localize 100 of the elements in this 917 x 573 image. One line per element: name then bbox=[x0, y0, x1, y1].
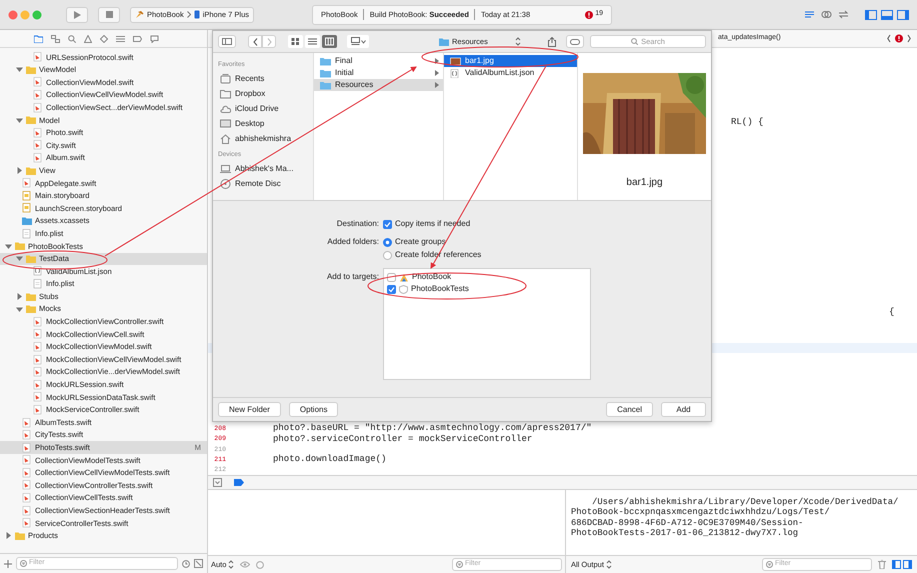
swift-file-icon bbox=[33, 52, 43, 62]
issue-navigation-icon[interactable] bbox=[887, 34, 911, 43]
hide-debug-icon[interactable] bbox=[213, 478, 222, 487]
hammer-icon bbox=[135, 10, 144, 19]
browser-item[interactable]: Initial bbox=[314, 67, 443, 79]
radio-label[interactable]: Create groups bbox=[395, 236, 446, 248]
swift-file-icon bbox=[33, 77, 43, 88]
chevron-right-icon bbox=[266, 38, 272, 46]
swift-file-icon bbox=[33, 367, 43, 378]
storyboard-file-icon bbox=[22, 190, 32, 201]
checked-checkbox-icon[interactable] bbox=[383, 220, 392, 228]
clock-icon[interactable] bbox=[182, 560, 190, 568]
expanded-triangle-icon[interactable] bbox=[16, 66, 23, 74]
filter-icon bbox=[456, 561, 463, 568]
tag-icon[interactable] bbox=[133, 34, 142, 42]
app-icon bbox=[399, 272, 409, 282]
sidebar-item[interactable]: Desktop bbox=[218, 116, 308, 131]
arrows-icon[interactable] bbox=[838, 10, 849, 19]
hierarchy-icon[interactable] bbox=[51, 34, 60, 42]
panel-toggle-icon[interactable] bbox=[865, 10, 877, 20]
panel-toggle-icon[interactable] bbox=[881, 10, 893, 20]
sidebar-item[interactable]: Dropbox bbox=[218, 86, 308, 101]
swift-file-icon bbox=[33, 342, 43, 352]
view-mode-button[interactable] bbox=[347, 35, 369, 48]
expanded-triangle-icon[interactable] bbox=[16, 116, 23, 124]
run-button[interactable] bbox=[66, 6, 88, 22]
code-line: photo?.baseURL = "http://www.asmtechnology.com/apress2017/" bbox=[273, 422, 592, 434]
eye-icon[interactable] bbox=[240, 561, 250, 568]
phone-icon bbox=[194, 10, 200, 19]
folder-icon bbox=[220, 88, 231, 98]
search-icon[interactable] bbox=[68, 34, 76, 42]
sidebar-item[interactable]: Remote Disc bbox=[218, 176, 308, 191]
expanded-triangle-icon[interactable] bbox=[5, 242, 12, 250]
dialog-button[interactable]: Add bbox=[661, 402, 706, 417]
filter-icon bbox=[20, 560, 27, 567]
swift-file-icon bbox=[22, 480, 32, 490]
lines-icon[interactable] bbox=[804, 10, 815, 19]
overlapping-circles-icon[interactable] bbox=[821, 10, 832, 19]
selected-radio-icon[interactable] bbox=[383, 238, 392, 246]
collapsed-triangle-icon[interactable] bbox=[16, 293, 23, 300]
grid-icon bbox=[291, 37, 300, 46]
radio-icon[interactable] bbox=[383, 250, 392, 260]
panel-toggle-icon[interactable] bbox=[897, 10, 909, 20]
sidebar-item[interactable]: iCloud Drive bbox=[218, 101, 308, 116]
assets-folder-icon bbox=[22, 216, 32, 226]
trash-icon[interactable] bbox=[878, 560, 886, 569]
target-label[interactable]: PhotoBookTests bbox=[411, 283, 469, 295]
dialog-button[interactable]: New Folder bbox=[218, 402, 281, 417]
tag-button[interactable] bbox=[566, 35, 584, 48]
tag-icon bbox=[570, 38, 580, 44]
browser-item[interactable]: bar1.jpg bbox=[444, 55, 577, 67]
view-mode-button[interactable] bbox=[322, 35, 337, 48]
speech-bubble-icon[interactable] bbox=[150, 34, 159, 42]
add-icon[interactable] bbox=[4, 560, 12, 568]
sidebar-icon bbox=[222, 38, 232, 45]
swift-file-icon bbox=[33, 102, 43, 113]
sidebar-item[interactable]: Recents bbox=[218, 71, 308, 86]
browser-item[interactable]: Final bbox=[314, 55, 443, 67]
dialog-button[interactable]: Options bbox=[288, 402, 338, 417]
square-icon[interactable] bbox=[194, 559, 203, 568]
search-icon bbox=[631, 38, 638, 45]
view-mode-button[interactable] bbox=[305, 35, 320, 48]
code-line: photo?.serviceController = mockServiceController bbox=[273, 432, 532, 446]
sidebar-item[interactable]: abhishekmishra bbox=[218, 131, 308, 146]
warning-icon[interactable] bbox=[84, 34, 92, 42]
sidebar-toggle[interactable] bbox=[218, 35, 236, 48]
collapsed-triangle-icon[interactable] bbox=[5, 532, 12, 540]
expanded-triangle-icon[interactable] bbox=[16, 255, 23, 262]
dialog-button[interactable]: Cancel bbox=[606, 402, 653, 417]
checked-checkbox-icon[interactable] bbox=[387, 284, 396, 294]
code-fragment: RL() { bbox=[731, 116, 764, 129]
folder-icon bbox=[320, 56, 331, 66]
list-icon[interactable] bbox=[116, 34, 125, 42]
swift-file-icon bbox=[33, 392, 43, 402]
collapsed-triangle-icon[interactable] bbox=[16, 167, 23, 174]
stop-button[interactable] bbox=[98, 6, 120, 22]
play-icon bbox=[74, 10, 80, 18]
window-buttons[interactable] bbox=[8, 10, 42, 20]
browser-item[interactable]: ValidAlbumList.json bbox=[444, 67, 577, 79]
swift-file-icon bbox=[22, 178, 32, 188]
info-icon[interactable] bbox=[256, 560, 264, 568]
image-file-icon bbox=[450, 56, 461, 66]
target-label[interactable]: PhotoBook bbox=[412, 271, 452, 283]
checkbox-icon[interactable] bbox=[387, 272, 396, 282]
view-mode-button[interactable] bbox=[288, 35, 303, 48]
back-button[interactable] bbox=[248, 35, 262, 48]
field-label: Added folders: bbox=[326, 236, 380, 248]
swift-file-icon bbox=[33, 354, 43, 365]
chevron-right-icon bbox=[186, 11, 191, 18]
diamond-icon[interactable] bbox=[100, 34, 108, 42]
stop-icon bbox=[106, 11, 112, 18]
breakpoint-icon[interactable] bbox=[234, 479, 244, 486]
code-line: photo.downloadImage() bbox=[273, 452, 386, 466]
log-line: 686DCBAD-8998-4F6D-A712-0C9E3709M40/Session- bbox=[571, 518, 804, 528]
folder-icon[interactable] bbox=[34, 34, 43, 42]
split-view-icon[interactable] bbox=[892, 560, 912, 569]
house-icon bbox=[220, 134, 231, 144]
browser-item[interactable]: Resources bbox=[314, 79, 443, 91]
expanded-triangle-icon[interactable] bbox=[16, 306, 23, 313]
monitor-icon bbox=[220, 118, 231, 128]
